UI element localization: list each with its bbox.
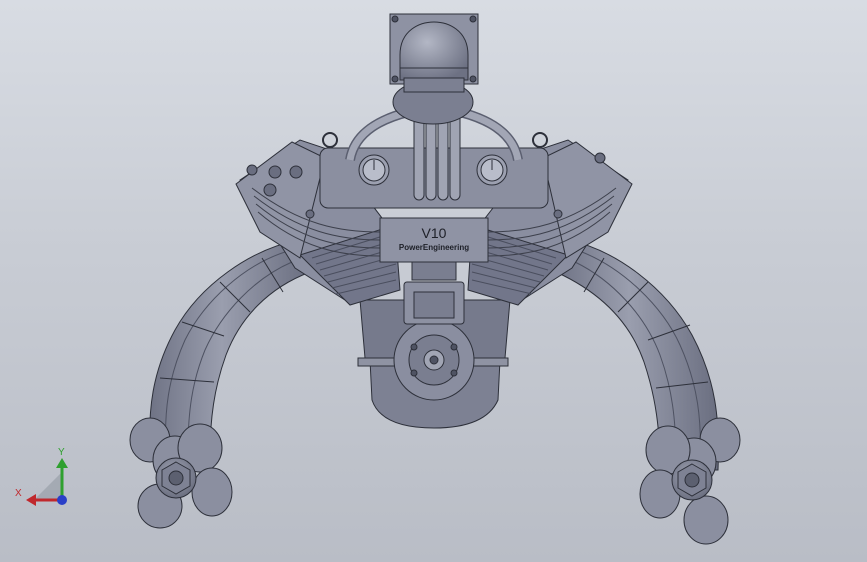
triad-x-label: X [15,488,22,499]
engine-model-view[interactable]: V10 PowerEngineering Y X [0,0,867,562]
badge-subtitle: PowerEngineering [399,243,469,252]
left-exhaust-header [129,239,311,529]
triad-icon[interactable]: Y X [15,447,68,506]
right-exhaust-header [555,239,741,545]
triad-y-label: Y [58,447,65,458]
badge-title: V10 [422,225,447,241]
air-intake-box [389,13,479,93]
intake-manifold [319,79,549,209]
graphics-viewport[interactable]: V10 PowerEngineering Y X [0,0,867,562]
